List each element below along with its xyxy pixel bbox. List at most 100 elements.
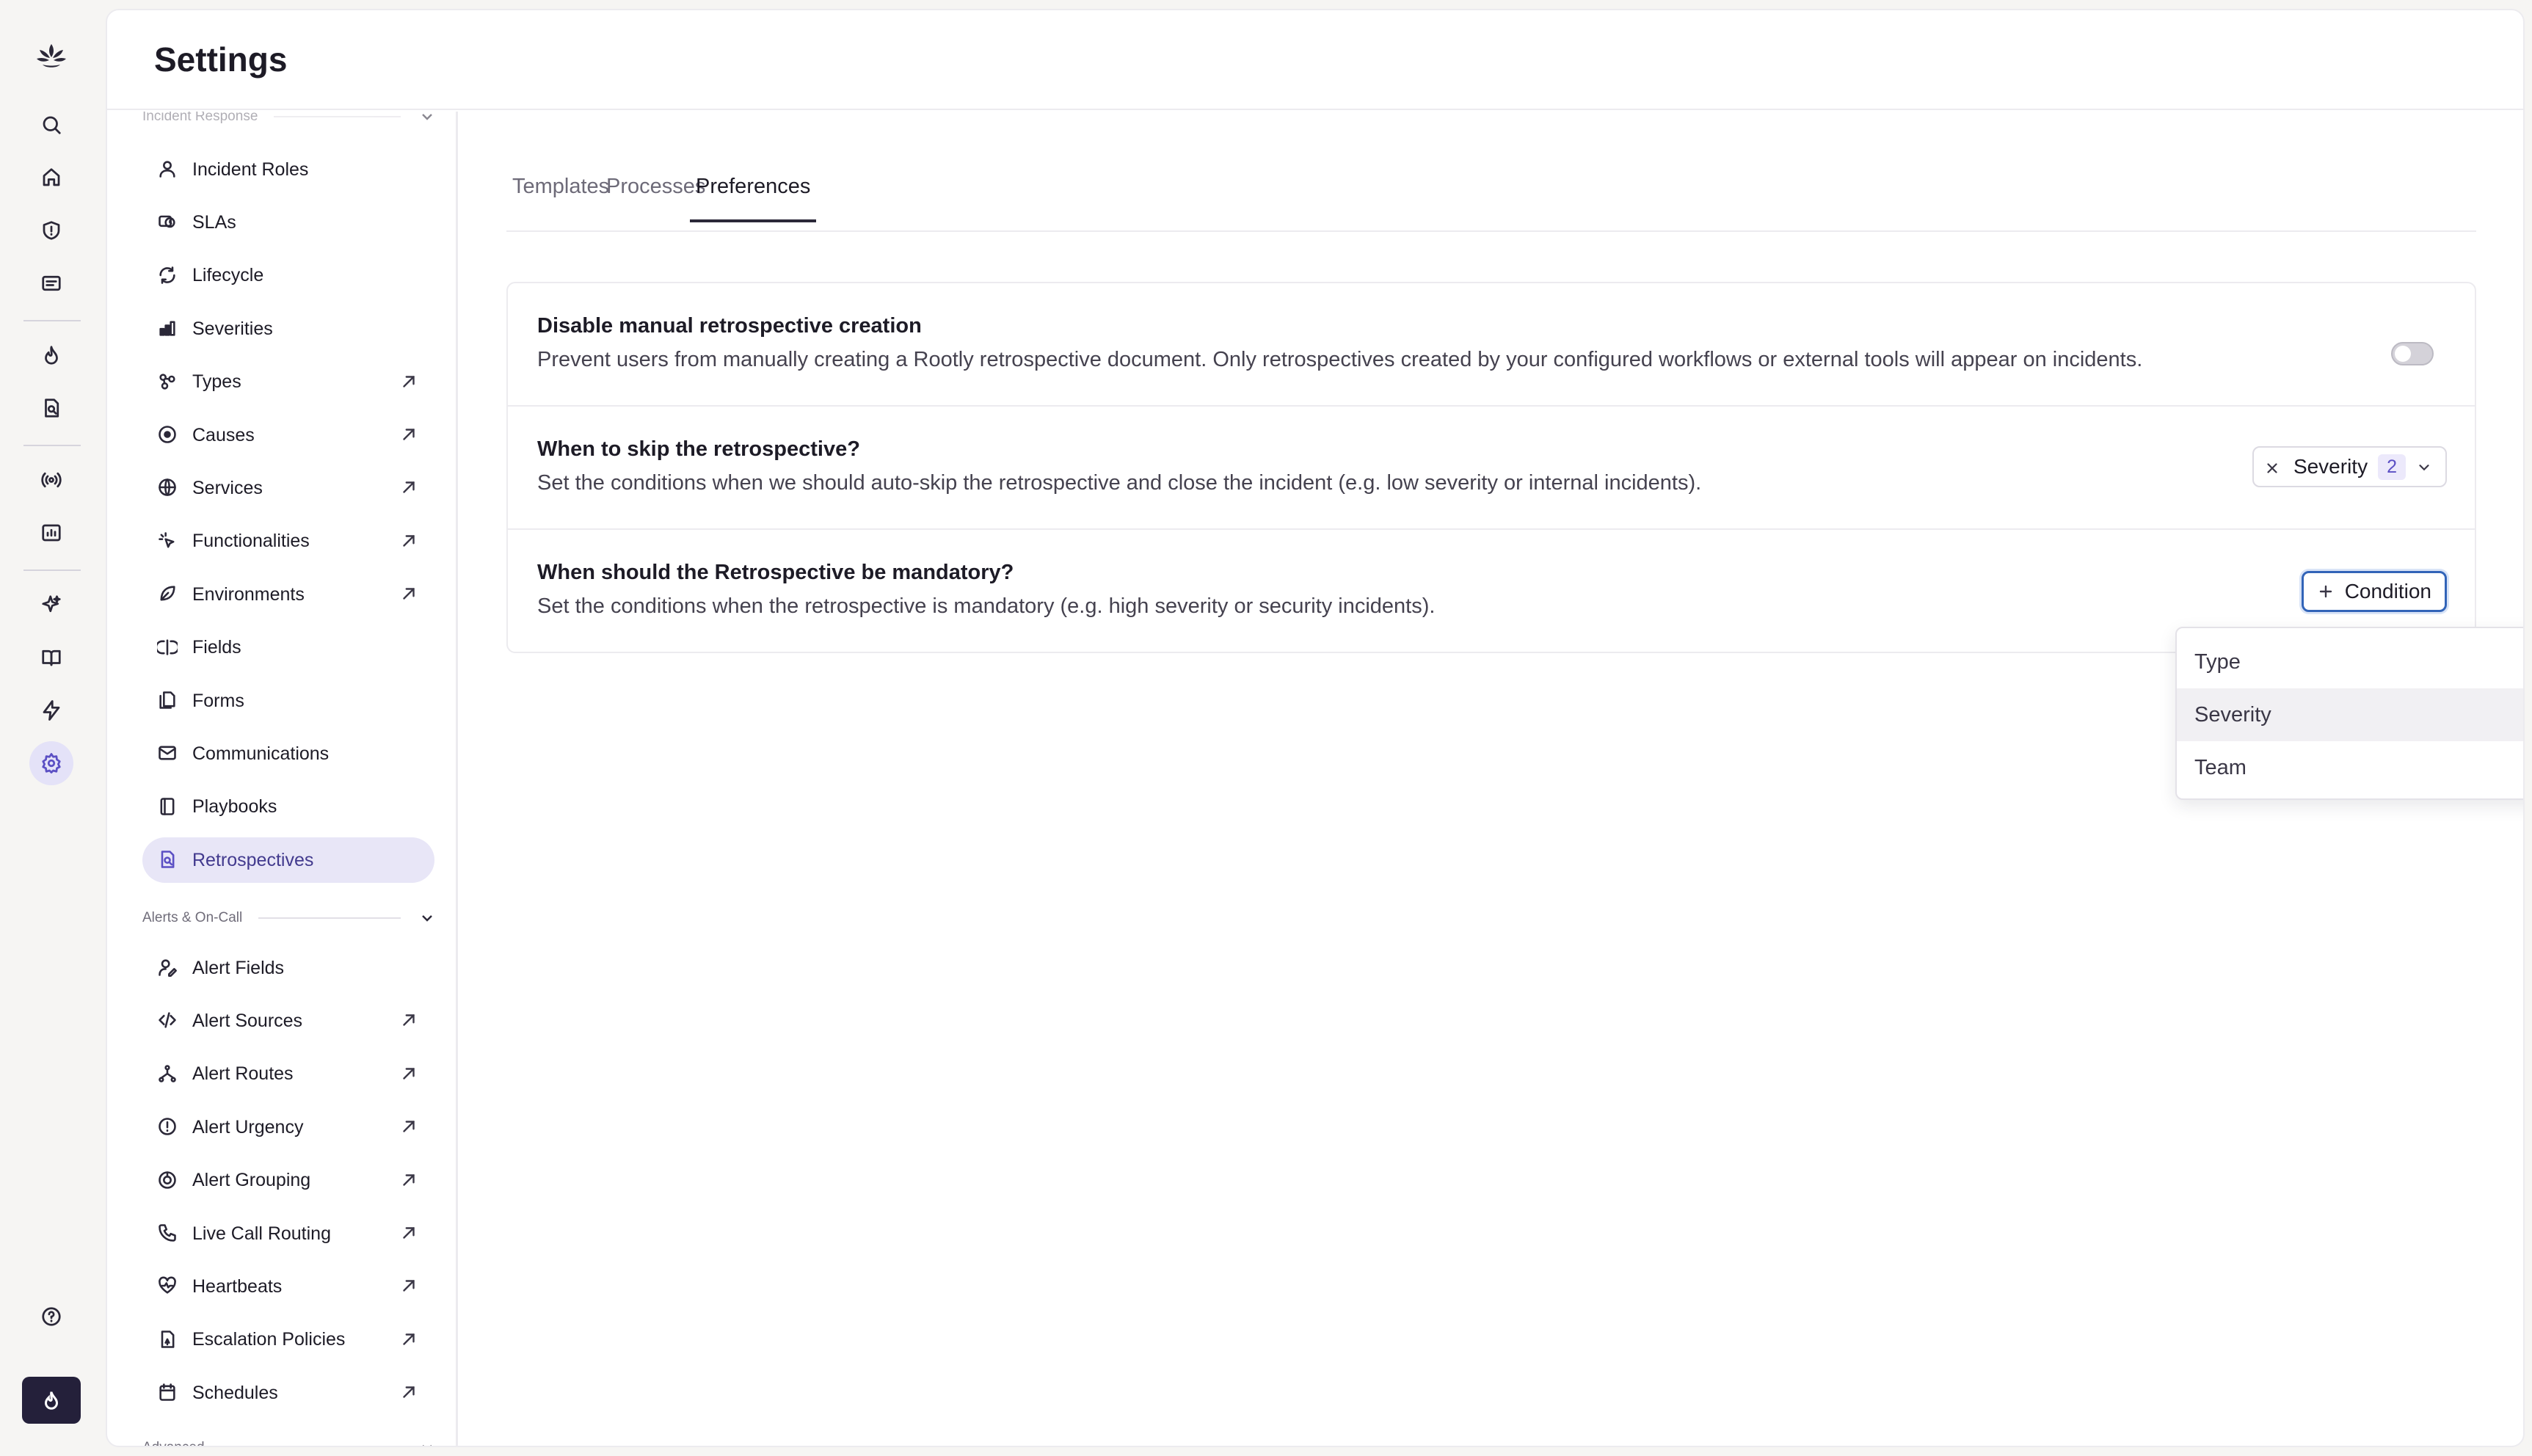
- external-link-icon[interactable]: [399, 372, 420, 393]
- external-link-icon[interactable]: [399, 1011, 420, 1031]
- condition-dropdown-menu: Type Severity Team: [2175, 627, 2523, 800]
- sidebar-item-label: Incident Roles: [192, 159, 309, 180]
- sidebar-item-label: SLAs: [192, 211, 236, 233]
- retros-icon[interactable]: [29, 261, 73, 305]
- escalation-icon: [157, 1329, 179, 1351]
- external-link-icon[interactable]: [399, 1330, 420, 1350]
- dropdown-option-severity[interactable]: Severity: [2177, 688, 2523, 741]
- section-incident-response[interactable]: Incident Response: [142, 112, 436, 128]
- person-icon: [157, 159, 179, 181]
- section-alerts-oncall[interactable]: Alerts & On-Call: [142, 907, 436, 929]
- analytics-icon[interactable]: [29, 511, 73, 555]
- heartbeat-icon: [157, 1275, 179, 1297]
- sidebar-item-label: Lifecycle: [192, 265, 264, 286]
- book-icon[interactable]: [29, 636, 73, 680]
- sidebar-item-label: Alert Sources: [192, 1010, 303, 1031]
- external-link-icon[interactable]: [399, 1171, 420, 1191]
- leaf-icon: [157, 583, 179, 605]
- external-link-icon[interactable]: [399, 1276, 420, 1297]
- sidebar-item-label: Forms: [192, 690, 244, 711]
- broadcast-icon[interactable]: [29, 458, 73, 502]
- sidebar-item-lifecycle[interactable]: Lifecycle: [142, 253, 434, 299]
- sidebar-item-label: Functionalities: [192, 531, 310, 552]
- calendar-icon: [157, 1382, 179, 1404]
- help-icon[interactable]: [29, 1295, 73, 1339]
- alert-circle-icon: [157, 1116, 179, 1138]
- sidebar-item-label: Alert Fields: [192, 957, 285, 978]
- sidebar-item-schedules[interactable]: Schedules: [142, 1370, 434, 1416]
- dropdown-option-type[interactable]: Type: [2177, 636, 2523, 688]
- external-link-icon[interactable]: [399, 1064, 420, 1085]
- tab-bar: Templates Processes Preferences: [506, 112, 2476, 232]
- sidebar-item-services[interactable]: Services: [142, 465, 434, 511]
- reports-icon[interactable]: [29, 386, 73, 430]
- tab-preferences[interactable]: Preferences: [690, 175, 817, 222]
- fields-icon: [157, 637, 179, 659]
- add-condition-button[interactable]: Condition: [2301, 571, 2447, 612]
- sidebar-item-forms[interactable]: Forms: [142, 678, 434, 724]
- rootly-flame-icon[interactable]: [22, 1377, 81, 1424]
- external-link-icon[interactable]: [399, 1223, 420, 1244]
- code-icon: [157, 1010, 179, 1032]
- sidebar-item-label: Causes: [192, 424, 255, 445]
- sidebar-item-label: Schedules: [192, 1382, 278, 1403]
- sidebar-item-label: Heartbeats: [192, 1275, 283, 1297]
- sidebar-item-alert-routes[interactable]: Alert Routes: [142, 1052, 434, 1097]
- external-link-icon[interactable]: [399, 478, 420, 498]
- disable-manual-toggle[interactable]: [2391, 342, 2434, 365]
- sidebar-item-functionalities[interactable]: Functionalities: [142, 519, 434, 564]
- sidebar-item-causes[interactable]: Causes: [142, 412, 434, 458]
- sidebar-item-label: Alert Urgency: [192, 1116, 304, 1138]
- gear-icon[interactable]: [29, 741, 73, 785]
- sidebar-item-fields[interactable]: Fields: [142, 625, 434, 671]
- phone-icon: [157, 1223, 179, 1245]
- sidebar-item-slas[interactable]: SLAs: [142, 200, 434, 245]
- logo-icon[interactable]: [32, 38, 70, 76]
- sidebar-item-escalation-policies[interactable]: Escalation Policies: [142, 1317, 434, 1363]
- sidebar-item-retrospectives[interactable]: Retrospectives: [142, 837, 434, 884]
- external-link-icon[interactable]: [399, 531, 420, 552]
- forms-icon: [157, 690, 179, 712]
- pref-title: When to skip the retrospective?: [537, 437, 860, 461]
- external-link-icon[interactable]: [399, 425, 420, 445]
- pref-title: Disable manual retrospective creation: [537, 314, 922, 338]
- pref-description: Set the conditions when the retrospectiv…: [537, 594, 1436, 618]
- home-icon[interactable]: [29, 156, 73, 200]
- sidebar-item-alert-fields[interactable]: Alert Fields: [142, 945, 434, 991]
- external-link-icon[interactable]: [399, 584, 420, 605]
- external-link-icon[interactable]: [399, 1383, 420, 1403]
- sidebar-item-alert-sources[interactable]: Alert Sources: [142, 998, 434, 1044]
- app-rail: [0, 0, 103, 1456]
- pref-title: When should the Retrospective be mandato…: [537, 561, 1014, 584]
- ai-sparkle-icon[interactable]: [29, 583, 73, 627]
- bolt-icon[interactable]: [29, 688, 73, 732]
- chevron-down-icon: [422, 915, 432, 922]
- sidebar-item-live-call-routing[interactable]: Live Call Routing: [142, 1211, 434, 1256]
- tab-templates[interactable]: Templates: [512, 175, 609, 219]
- preferences-panel: Disable manual retrospective creation Pr…: [506, 282, 2476, 653]
- sidebar-item-alert-urgency[interactable]: Alert Urgency: [142, 1104, 434, 1150]
- sidebar-item-label: Fields: [192, 637, 241, 658]
- close-icon[interactable]: [2264, 458, 2282, 476]
- sidebar-item-heartbeats[interactable]: Heartbeats: [142, 1264, 434, 1309]
- pref-description: Set the conditions when we should auto-s…: [537, 471, 1702, 495]
- sidebar-item-alert-grouping[interactable]: Alert Grouping: [142, 1158, 434, 1204]
- chevron-down-icon[interactable]: [2416, 457, 2435, 476]
- rail-divider: [23, 445, 81, 446]
- sidebar-item-severities[interactable]: Severities: [142, 306, 434, 352]
- search-icon[interactable]: [29, 103, 73, 147]
- skip-condition-chip[interactable]: Severity 2: [2252, 446, 2447, 487]
- sidebar-item-incident-roles[interactable]: Incident Roles: [142, 147, 434, 192]
- sidebar-item-types[interactable]: Types: [142, 360, 434, 405]
- types-icon: [157, 371, 179, 393]
- fire-icon[interactable]: [29, 333, 73, 377]
- section-advanced[interactable]: Advanced: [142, 1437, 436, 1446]
- sidebar-item-communications[interactable]: Communications: [142, 731, 434, 776]
- external-link-icon[interactable]: [399, 1117, 420, 1138]
- dropdown-option-team[interactable]: Team: [2177, 741, 2523, 794]
- cycle-icon: [157, 265, 179, 287]
- sidebar-item-label: Environments: [192, 583, 305, 605]
- sidebar-item-environments[interactable]: Environments: [142, 572, 434, 617]
- sidebar-item-playbooks[interactable]: Playbooks: [142, 785, 434, 830]
- incidents-icon[interactable]: [29, 208, 73, 252]
